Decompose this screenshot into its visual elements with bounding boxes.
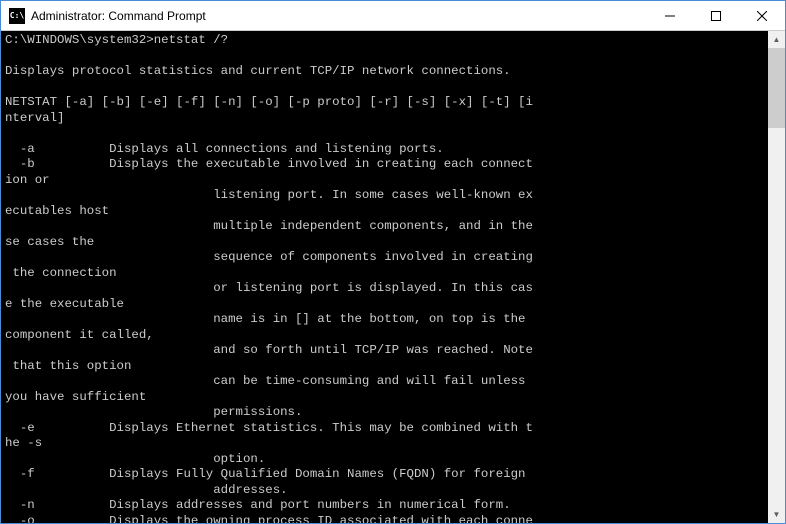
scroll-up-button[interactable]: ▲ (768, 31, 785, 48)
window-controls (647, 1, 785, 30)
window-title: Administrator: Command Prompt (31, 9, 647, 23)
minimize-button[interactable] (647, 1, 693, 30)
close-button[interactable] (739, 1, 785, 30)
scroll-down-button[interactable]: ▼ (768, 506, 785, 523)
console-output[interactable]: C:\WINDOWS\system32>netstat /? Displays … (1, 31, 768, 523)
scroll-track[interactable] (768, 48, 785, 506)
cmd-icon: C:\ (9, 8, 25, 24)
vertical-scrollbar[interactable]: ▲ ▼ (768, 31, 785, 523)
titlebar[interactable]: C:\ Administrator: Command Prompt (1, 1, 785, 31)
maximize-button[interactable] (693, 1, 739, 30)
console-area: C:\WINDOWS\system32>netstat /? Displays … (1, 31, 785, 523)
scroll-thumb[interactable] (768, 48, 785, 128)
